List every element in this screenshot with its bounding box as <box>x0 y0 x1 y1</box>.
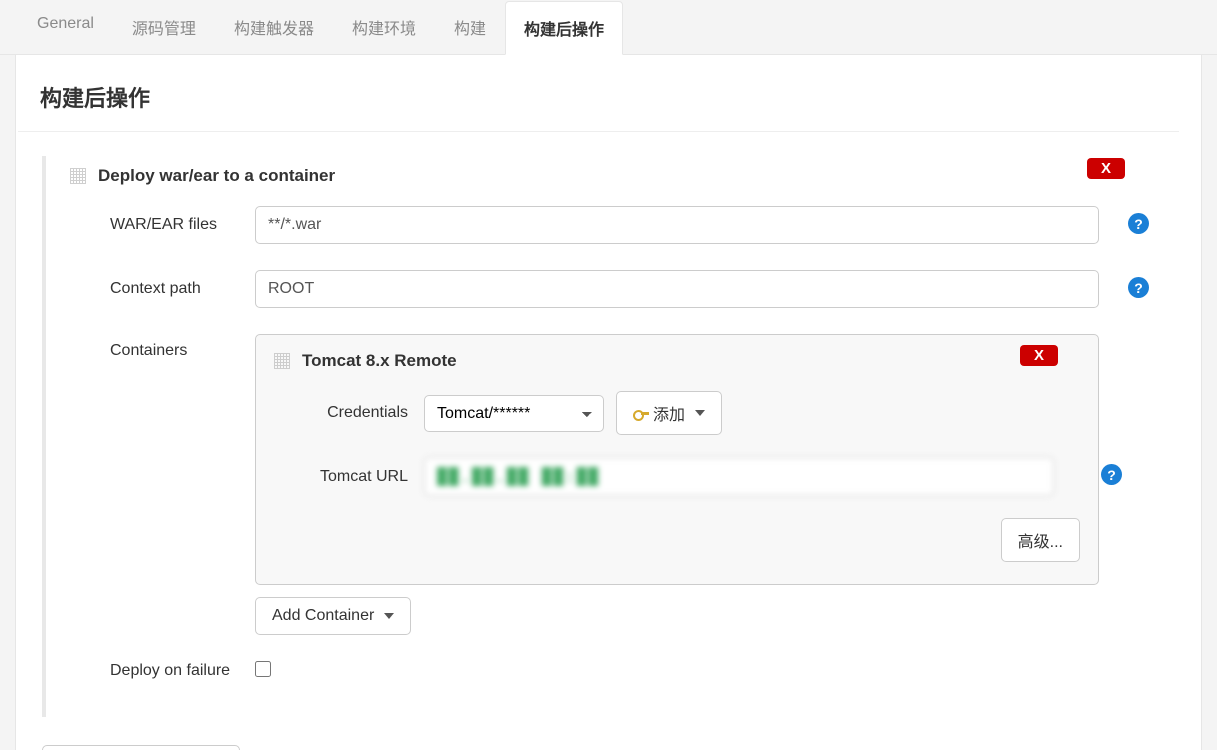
credentials-label: Credentials <box>274 404 424 422</box>
help-icon[interactable]: ? <box>1128 277 1149 298</box>
container-header[interactable]: Tomcat 8.x Remote <box>274 351 1080 371</box>
add-credentials-button[interactable]: 添加 <box>616 391 722 435</box>
step-title: Deploy war/ear to a container <box>98 166 335 186</box>
tomcat-url-input[interactable] <box>424 457 1054 496</box>
war-files-row: WAR/EAR files ? <box>70 206 1159 244</box>
container-title: Tomcat 8.x Remote <box>302 351 457 371</box>
tomcat-url-row: Tomcat URL ? <box>274 457 1080 496</box>
tab-build[interactable]: 构建 <box>435 0 505 54</box>
help-icon[interactable]: ? <box>1101 464 1122 485</box>
step-accent-bar <box>42 156 46 717</box>
advanced-button[interactable]: 高级... <box>1001 518 1080 562</box>
tab-triggers[interactable]: 构建触发器 <box>215 0 333 54</box>
help-icon[interactable]: ? <box>1128 213 1149 234</box>
war-files-input[interactable] <box>255 206 1099 244</box>
deploy-on-failure-label: Deploy on failure <box>70 662 255 680</box>
credentials-row: Credentials Tomcat/****** 添加 <box>274 391 1080 435</box>
add-container-button[interactable]: Add Container <box>255 597 411 635</box>
tomcat-url-label: Tomcat URL <box>274 468 424 486</box>
post-build-steps: X Deploy war/ear to a container WAR/EAR … <box>42 156 1177 717</box>
deploy-on-failure-checkbox[interactable] <box>255 661 271 677</box>
delete-step-button[interactable]: X <box>1087 158 1125 179</box>
key-icon <box>633 408 647 418</box>
add-credentials-label: 添加 <box>653 401 685 425</box>
content-area: 构建后操作 X Deploy war/ear to a container WA… <box>15 55 1202 750</box>
credentials-select[interactable]: Tomcat/****** <box>424 395 604 432</box>
drag-handle-icon[interactable] <box>70 168 86 184</box>
containers-label: Containers <box>70 334 255 360</box>
deploy-on-failure-row: Deploy on failure <box>70 661 1159 681</box>
war-files-label: WAR/EAR files <box>70 216 255 234</box>
context-path-label: Context path <box>70 280 255 298</box>
add-post-build-step-button[interactable]: 增加构建后操作步骤 <box>42 745 240 750</box>
config-tabs: General 源码管理 构建触发器 构建环境 构建 构建后操作 <box>0 0 1217 55</box>
step-header[interactable]: Deploy war/ear to a container <box>70 166 1159 186</box>
page-root: General 源码管理 构建触发器 构建环境 构建 构建后操作 构建后操作 X… <box>0 0 1217 750</box>
tab-environment[interactable]: 构建环境 <box>333 0 435 54</box>
delete-container-button[interactable]: X <box>1020 345 1058 366</box>
tab-scm[interactable]: 源码管理 <box>113 0 215 54</box>
chevron-down-icon <box>384 613 394 619</box>
containers-row: Containers X Tomcat 8.x Remote Credentia… <box>70 334 1159 635</box>
add-container-label: Add Container <box>272 607 374 625</box>
container-panel: X Tomcat 8.x Remote Credentials T <box>255 334 1099 585</box>
context-path-row: Context path ? <box>70 270 1159 308</box>
drag-handle-icon[interactable] <box>274 353 290 369</box>
deploy-war-step: X Deploy war/ear to a container WAR/EAR … <box>52 156 1177 717</box>
section-title: 构建后操作 <box>18 75 1179 132</box>
context-path-input[interactable] <box>255 270 1099 308</box>
tab-post-build[interactable]: 构建后操作 <box>505 1 623 55</box>
tab-general[interactable]: General <box>18 0 113 54</box>
chevron-down-icon <box>695 410 705 416</box>
